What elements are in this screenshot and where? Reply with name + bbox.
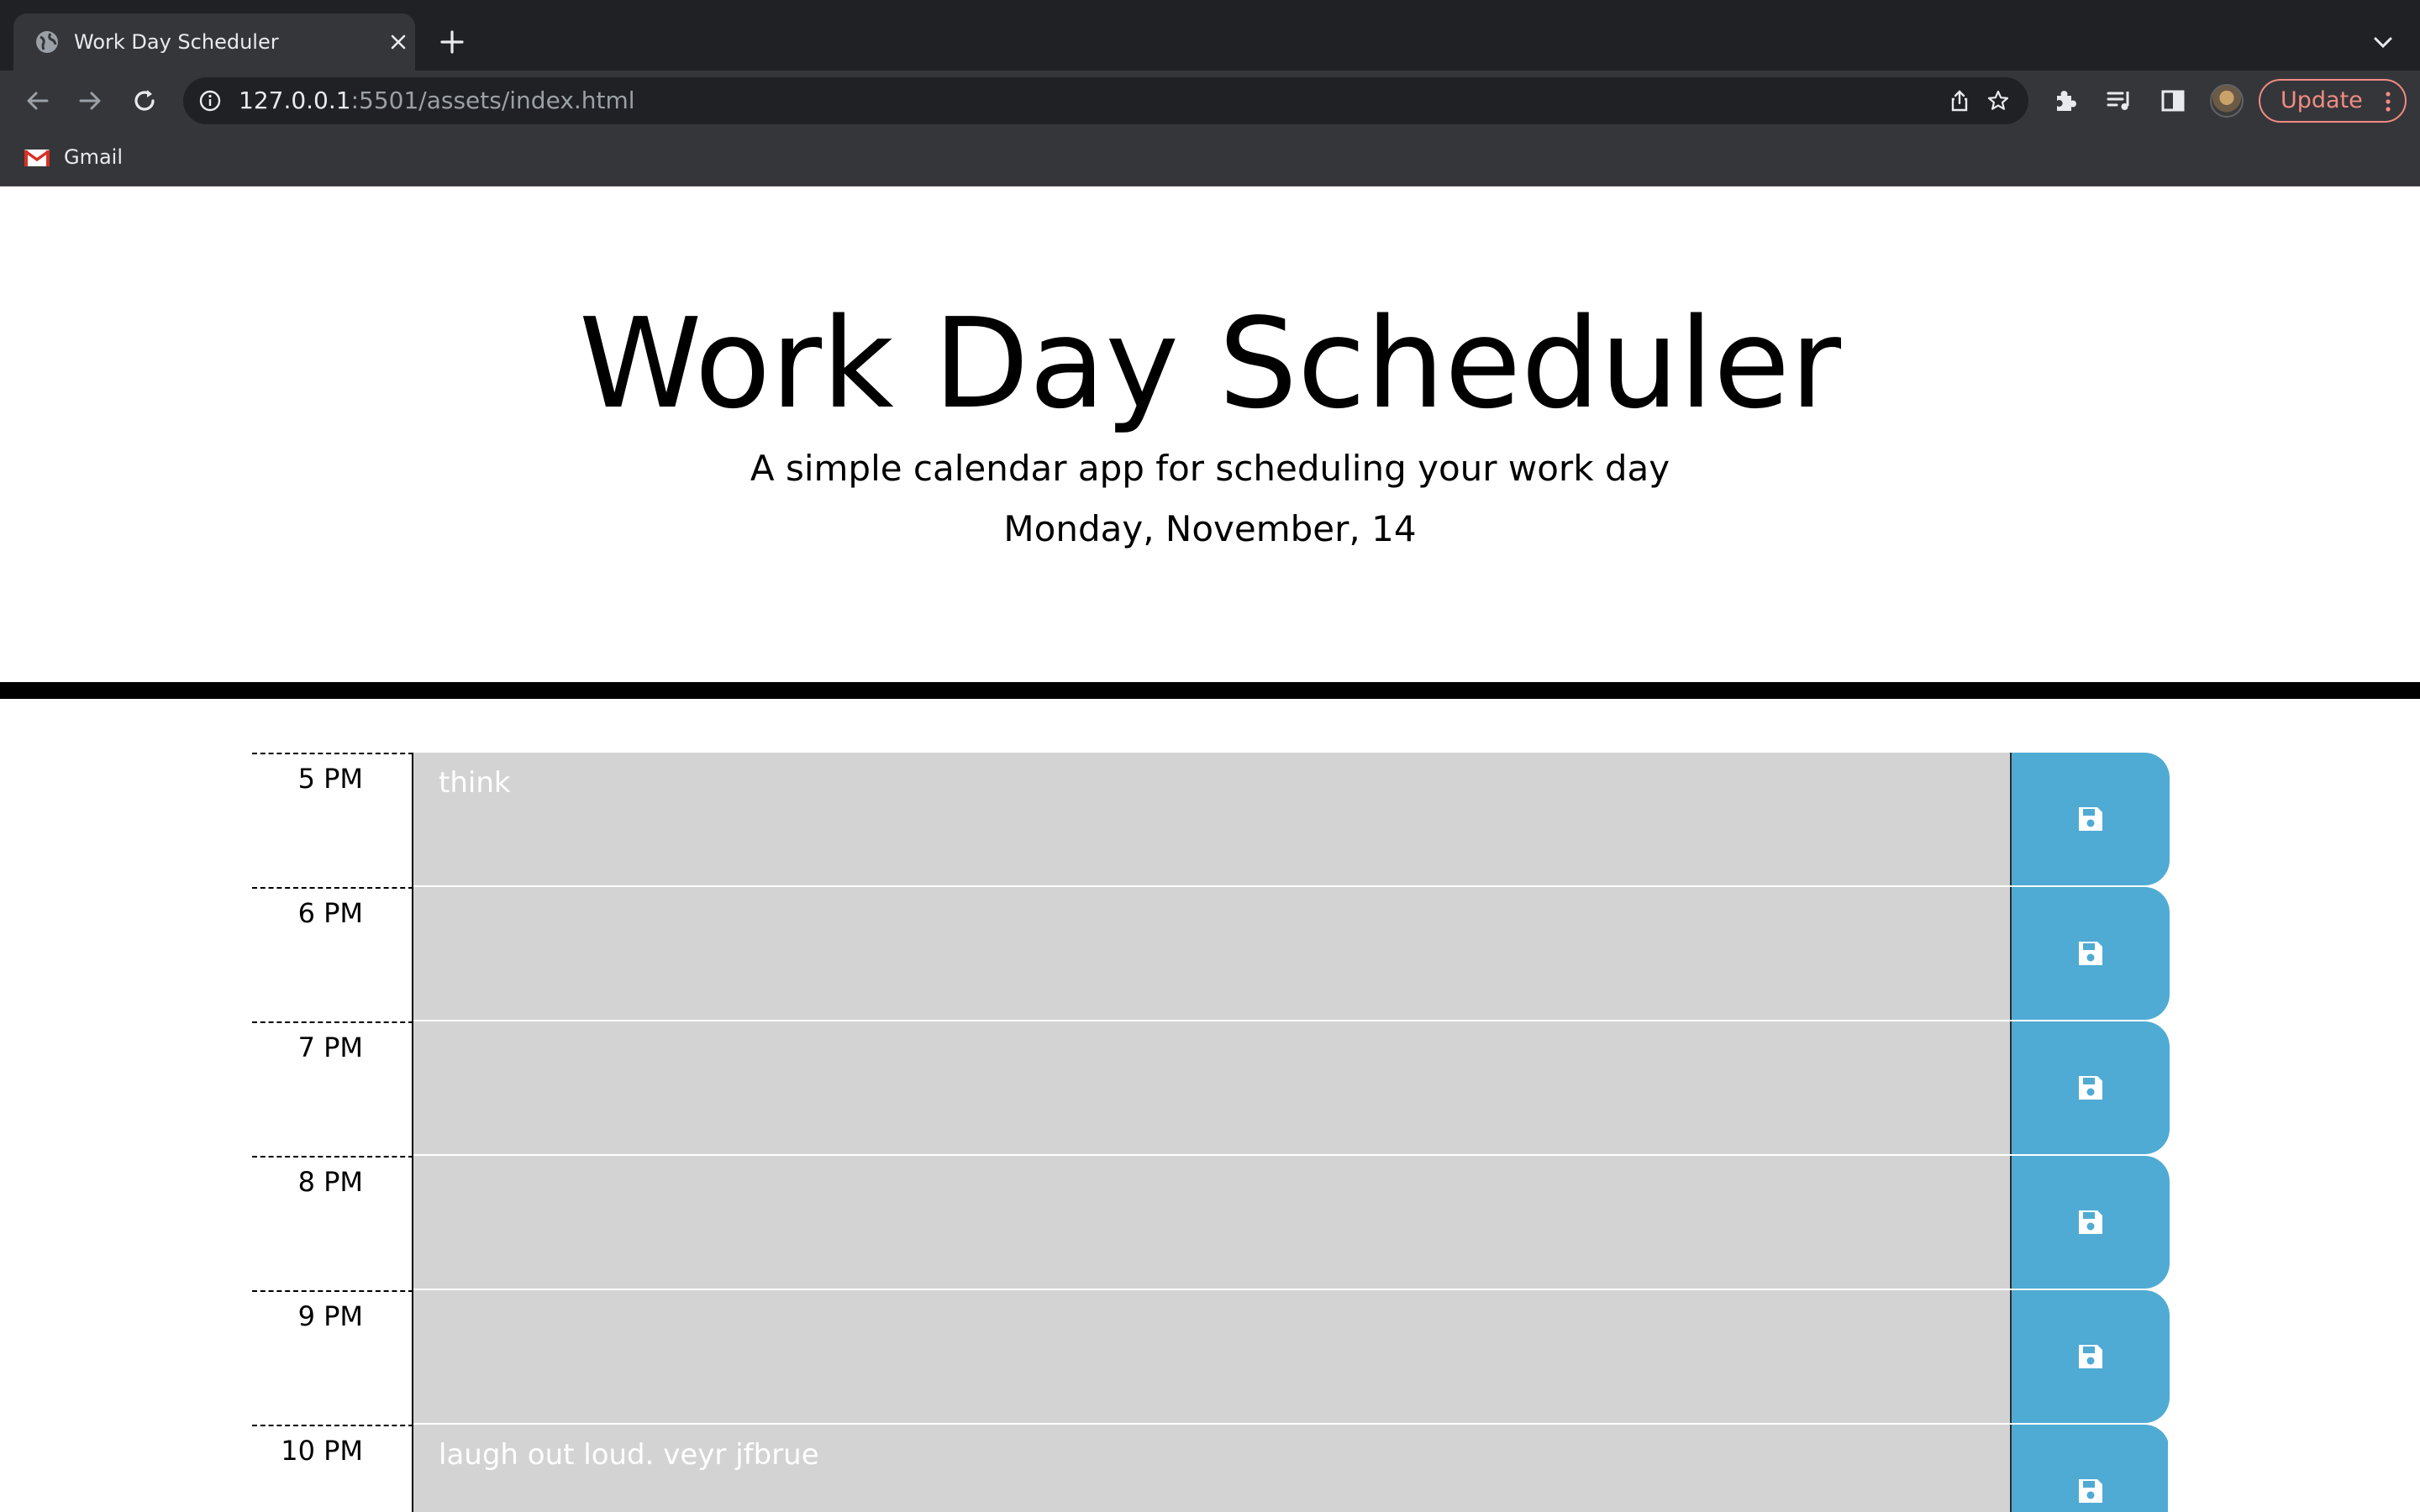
close-tab-icon[interactable] [388,32,408,52]
time-block: 10 PM laugh out loud. veyr jfbrue [252,1425,2168,1512]
save-button[interactable] [2010,887,2170,1020]
tab-title: Work Day Scheduler [74,30,279,54]
media-control-icon[interactable] [2104,86,2134,116]
hour-label: 5 PM [252,753,413,887]
info-icon[interactable] [198,89,222,113]
url-text: 127.0.0.1:5501/assets/index.html [239,77,635,124]
floppy-disk-icon [2079,1479,2102,1503]
url-path: :5501/assets/index.html [350,87,635,114]
hour-label: 7 PM [252,1021,413,1156]
share-icon[interactable] [1948,89,1971,113]
extensions-icon[interactable] [2050,86,2081,116]
url-host: 127.0.0.1 [239,87,351,114]
save-button[interactable] [2010,1156,2170,1289]
current-day: Monday, November, 14 [1003,508,1417,549]
hour-label: 8 PM [252,1156,413,1290]
floppy-disk-icon [2079,1076,2102,1100]
hour-label: 6 PM [252,887,413,1021]
update-button[interactable]: Update [2259,79,2407,123]
save-button[interactable] [2010,1290,2170,1423]
save-button[interactable] [2010,1021,2170,1154]
event-description[interactable]: laugh out loud. veyr jfbrue [413,1425,2010,1512]
floppy-disk-icon [2079,807,2102,831]
bookmarks-bar: Gmail [0,131,2420,186]
bookmark-star-icon[interactable] [1986,89,2010,113]
time-block: 8 PM [252,1156,2170,1290]
reload-icon[interactable] [129,86,160,116]
page-content: Work Day Scheduler A simple calendar app… [0,186,2420,1512]
bookmark-gmail[interactable]: Gmail [64,131,123,186]
more-options-icon [2386,92,2391,112]
save-button[interactable] [2010,753,2170,885]
forward-icon[interactable] [76,86,106,116]
new-tab-icon[interactable] [439,29,466,55]
floppy-disk-icon [2079,942,2102,965]
browser-toolbar: 127.0.0.1:5501/assets/index.html Update [0,71,2420,131]
time-block: 9 PM [252,1290,2170,1425]
time-block: 6 PM [252,887,2170,1021]
time-block: 7 PM [252,1021,2170,1156]
hour-label: 9 PM [252,1290,413,1425]
update-label: Update [2281,87,2363,113]
page-subtitle: A simple calendar app for scheduling you… [750,448,1670,489]
back-icon[interactable] [22,86,52,116]
side-panel-icon[interactable] [2158,86,2188,116]
page-title: Work Day Scheduler [578,291,1842,436]
globe-icon [36,31,58,53]
browser-tab-strip: Work Day Scheduler [0,0,2420,71]
address-bar[interactable]: 127.0.0.1:5501/assets/index.html [183,77,2028,124]
header-divider [0,682,2420,699]
jumbotron: Work Day Scheduler A simple calendar app… [0,186,2420,682]
browser-tab[interactable]: Work Day Scheduler [13,13,415,71]
event-description[interactable] [413,1156,2010,1290]
profile-avatar[interactable] [2210,84,2244,118]
gmail-icon [24,150,50,166]
save-button[interactable] [2010,1425,2168,1512]
chevron-down-icon[interactable] [2371,32,2395,52]
floppy-disk-icon [2079,1210,2102,1234]
event-description[interactable] [413,887,2010,1021]
event-description[interactable] [413,1290,2010,1425]
event-description[interactable] [413,1021,2010,1156]
hour-label: 10 PM [252,1425,413,1512]
floppy-disk-icon [2079,1345,2102,1368]
event-description[interactable]: think [413,753,2010,887]
time-block: 5 PM think [252,753,2170,887]
